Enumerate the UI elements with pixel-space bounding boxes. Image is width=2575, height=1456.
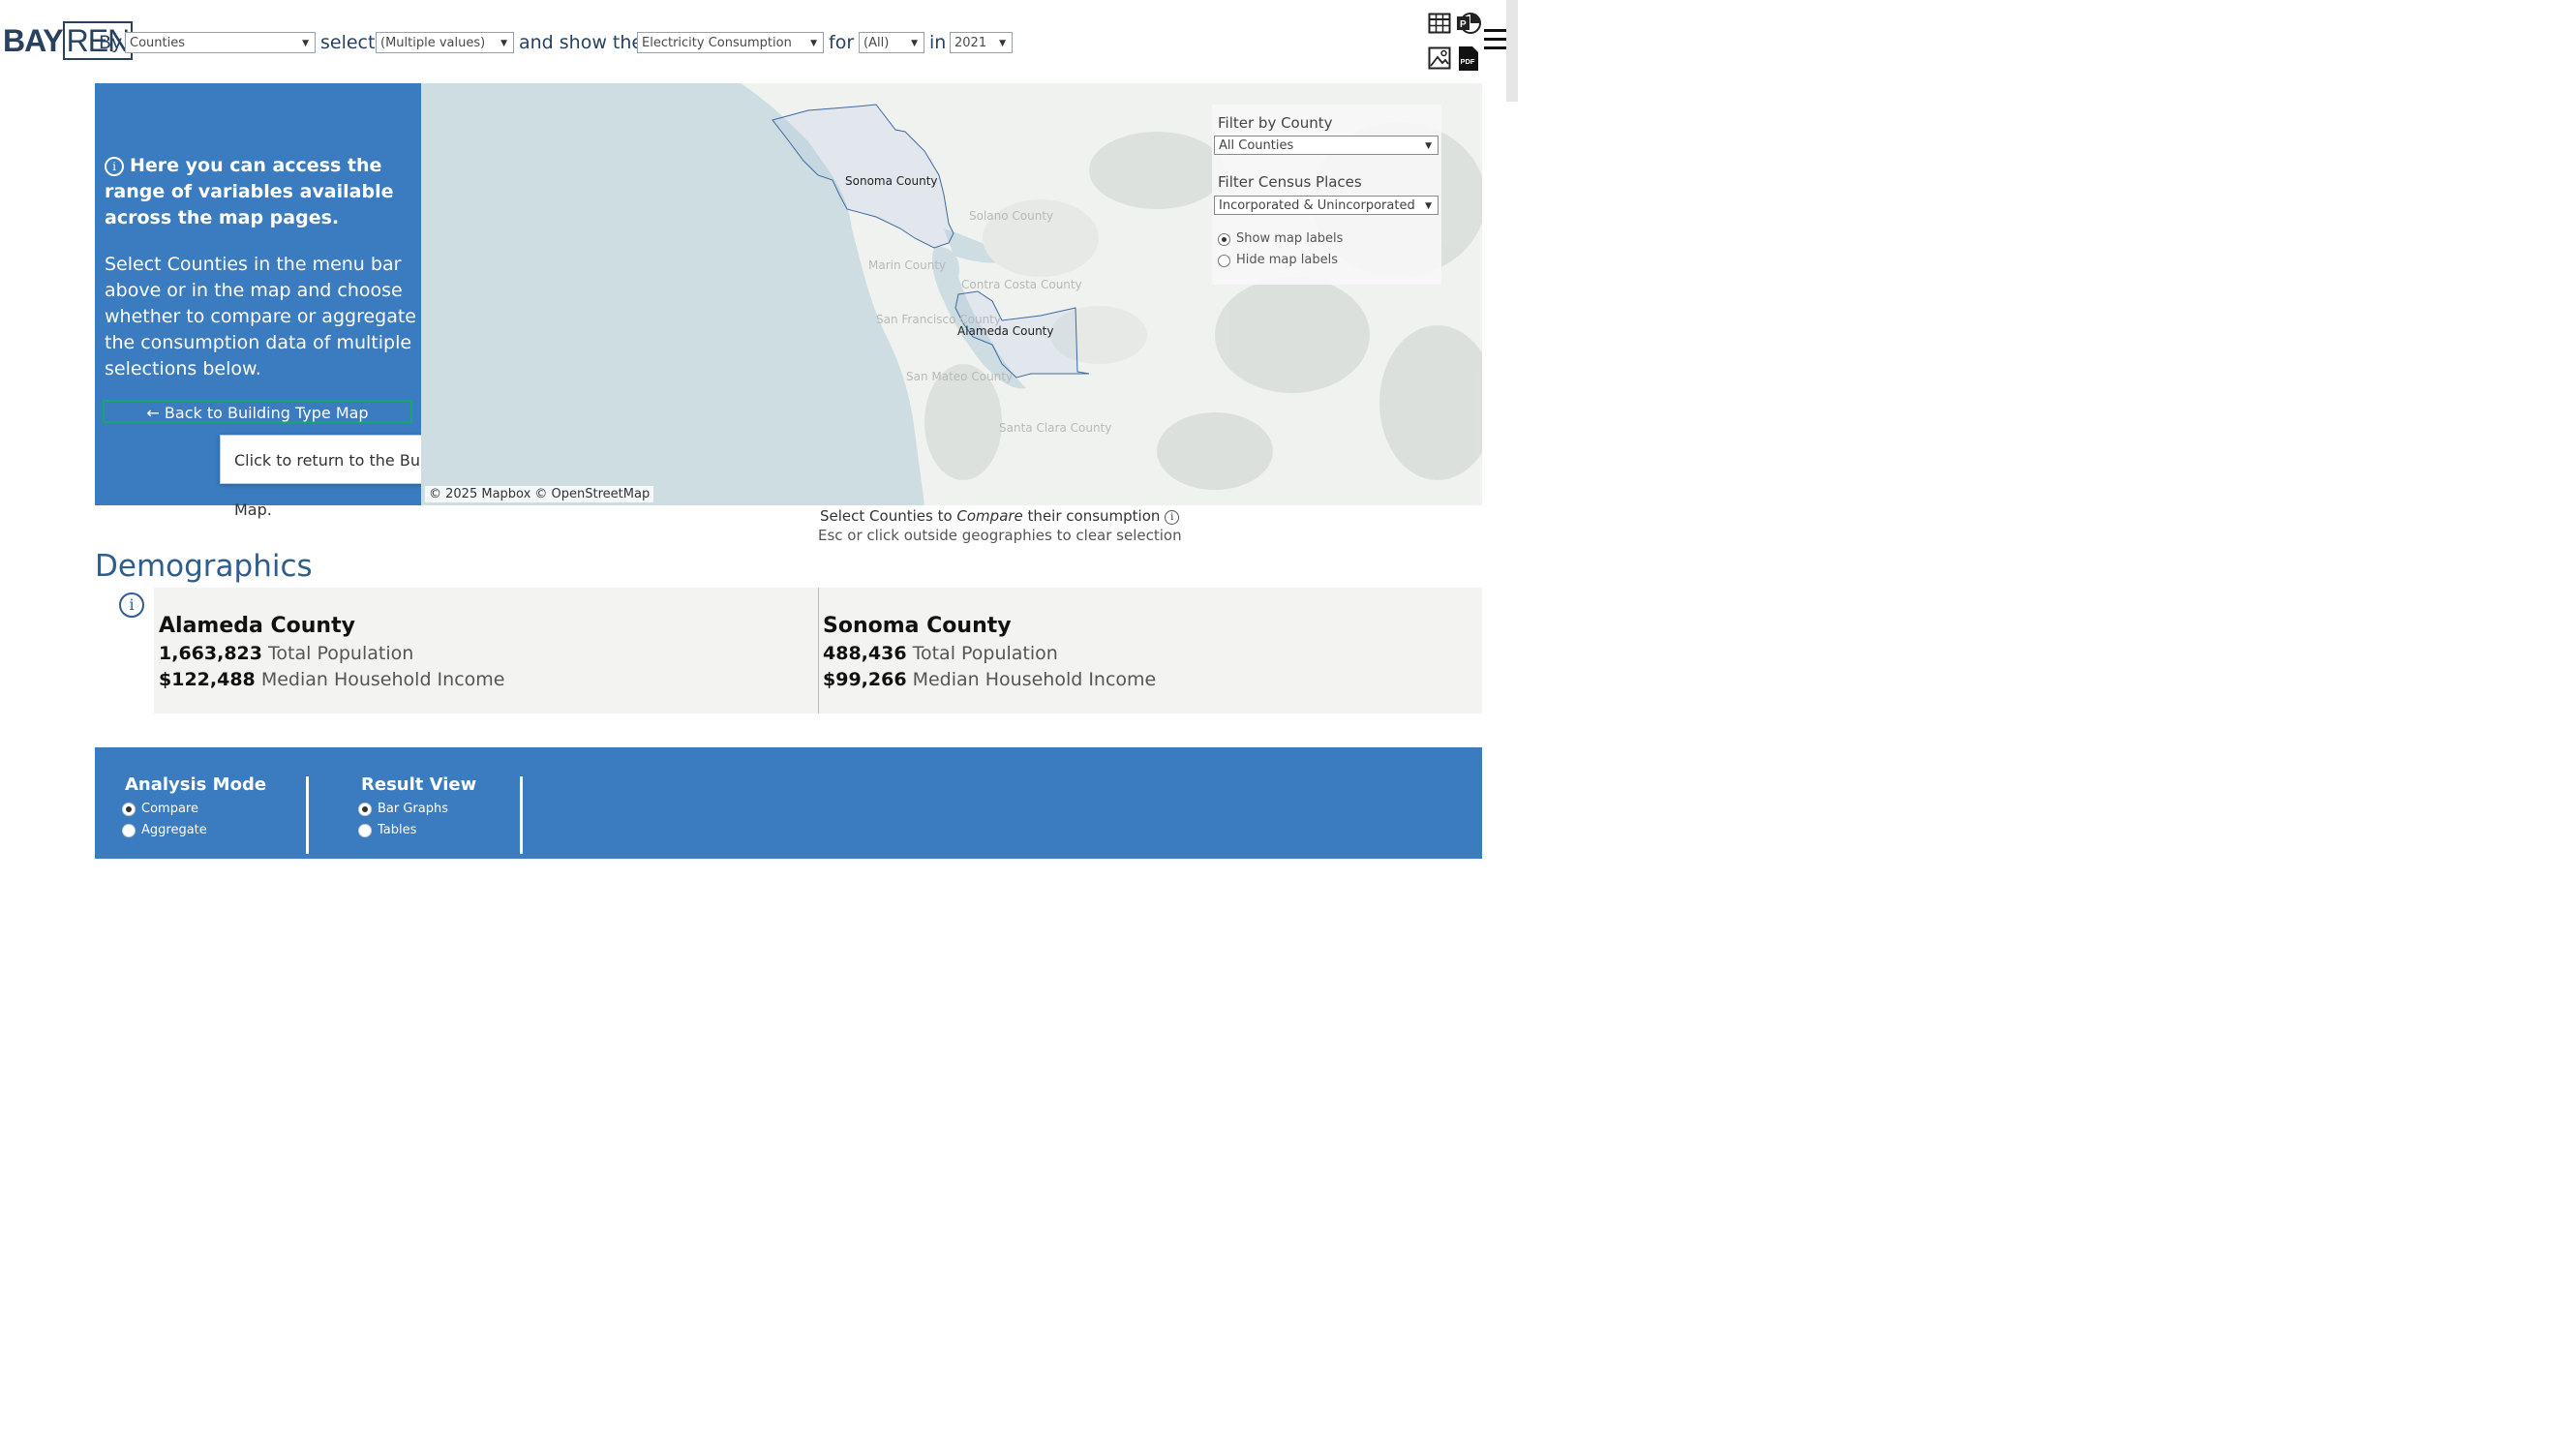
back-to-building-type-map-button[interactable]: ← Back to Building Type Map <box>103 400 412 423</box>
info-icon[interactable]: i <box>1165 510 1180 525</box>
map-filter-panel: Filter by County All Counties ▼ Filter Ce… <box>1212 105 1441 285</box>
select-dropdown-value: (Multiple values) <box>380 36 486 50</box>
filter-places-dropdown[interactable]: Incorporated & Unincorporated ▼ <box>1214 196 1439 215</box>
analysis-controls-bar: Analysis Mode Compare Aggregate Result V… <box>95 747 1482 859</box>
map-attribution[interactable]: © 2025 Mapbox © OpenStreetMap <box>425 486 654 502</box>
compare-radio[interactable] <box>122 803 136 816</box>
chevron-down-icon: ▼ <box>1425 141 1432 151</box>
info-body: Select Counties in the menu bar above or… <box>105 254 416 379</box>
show-label: and show the <box>519 32 644 53</box>
hide-labels-label[interactable]: Hide map labels <box>1236 253 1338 267</box>
caption-text-a: Select Counties to <box>820 507 957 525</box>
income-line: $99,266 Median Household Income <box>823 669 1156 690</box>
map-label-marin[interactable]: Marin County <box>868 258 946 272</box>
population-label: Total Population <box>912 643 1058 664</box>
population-value: 1,663,823 <box>159 643 262 664</box>
info-heading-text: Here you can access the range of variabl… <box>105 155 394 228</box>
metric-dropdown[interactable]: Electricity Consumption ▼ <box>637 32 824 53</box>
by-dropdown[interactable]: Counties ▼ <box>125 32 316 53</box>
chevron-down-icon: ▼ <box>302 39 309 48</box>
for-label: for <box>829 32 855 53</box>
map-label-sonoma[interactable]: Sonoma County <box>845 174 938 188</box>
population-value: 488,436 <box>823 643 907 664</box>
info-icon: i <box>105 157 124 176</box>
controls-divider <box>520 776 523 854</box>
by-dropdown-value: Counties <box>130 36 185 50</box>
select-dropdown[interactable]: (Multiple values) ▼ <box>376 32 514 53</box>
scrollbar[interactable] <box>1506 0 1518 102</box>
county-name: Sonoma County <box>823 614 1012 638</box>
income-value: $99,266 <box>823 669 907 690</box>
controls-divider <box>306 776 309 854</box>
demographics-card: Alameda County 1,663,823 Total Populatio… <box>154 588 818 713</box>
chevron-down-icon: ▼ <box>999 39 1006 48</box>
tables-radio[interactable] <box>358 824 372 837</box>
demographics-title: Demographics <box>95 549 313 584</box>
svg-text:P: P <box>1460 19 1467 30</box>
map-label-solano[interactable]: Solano County <box>969 209 1053 223</box>
filter-county-value: All Counties <box>1219 138 1294 153</box>
select-label: select <box>320 32 376 53</box>
county-map[interactable]: Sonoma County Solano County Marin County… <box>421 83 1482 505</box>
population-line: 488,436 Total Population <box>823 643 1058 664</box>
county-name: Alameda County <box>159 614 355 638</box>
map-label-contra-costa[interactable]: Contra Costa County <box>961 278 1082 291</box>
arrow-left-icon: ← <box>146 404 160 422</box>
year-dropdown-value: 2021 <box>954 36 987 50</box>
in-label: in <box>929 32 947 53</box>
info-icon[interactable]: i <box>119 592 144 618</box>
info-heading: i Here you can access the range of variab… <box>105 153 416 231</box>
metric-dropdown-value: Electricity Consumption <box>642 36 792 50</box>
map-caption: Select Counties to Compare their consump… <box>820 507 1180 525</box>
image-icon[interactable] <box>1428 46 1451 70</box>
logo-text-bay: BAY <box>3 23 64 58</box>
income-line: $122,488 Median Household Income <box>159 669 504 690</box>
show-labels-label[interactable]: Show map labels <box>1236 231 1343 246</box>
show-labels-radio[interactable] <box>1218 233 1230 246</box>
income-label: Median Household Income <box>912 669 1157 690</box>
result-view-title: Result View <box>361 774 477 795</box>
table-icon[interactable] <box>1428 12 1451 35</box>
powerpoint-icon[interactable]: P <box>1456 12 1481 35</box>
logo-text-ren: REN <box>62 21 134 60</box>
compare-label[interactable]: Compare <box>141 802 198 816</box>
chevron-down-icon: ▼ <box>810 39 817 48</box>
income-value: $122,488 <box>159 669 256 690</box>
demographics-card: Sonoma County 488,436 Total Population $… <box>819 588 1482 713</box>
filter-county-dropdown[interactable]: All Counties ▼ <box>1214 136 1439 155</box>
hide-labels-radio[interactable] <box>1218 255 1230 267</box>
filter-places-title: Filter Census Places <box>1218 173 1362 191</box>
for-dropdown[interactable]: (All) ▼ <box>859 32 924 53</box>
map-label-santa-clara[interactable]: Santa Clara County <box>999 421 1111 435</box>
back-button-label: Back to Building Type Map <box>164 404 369 422</box>
population-line: 1,663,823 Total Population <box>159 643 413 664</box>
chevron-down-icon: ▼ <box>1425 201 1432 211</box>
income-label: Median Household Income <box>260 669 505 690</box>
analysis-mode-title: Analysis Mode <box>125 774 267 795</box>
filter-places-value: Incorporated & Unincorporated <box>1219 198 1415 213</box>
pdf-icon[interactable]: PDF <box>1458 46 1481 71</box>
for-dropdown-value: (All) <box>863 36 890 50</box>
aggregate-label[interactable]: Aggregate <box>141 823 207 837</box>
map-label-alameda[interactable]: Alameda County <box>957 324 1054 338</box>
caption-text-b: their consumption <box>1022 507 1161 525</box>
bar-graphs-radio[interactable] <box>358 803 372 816</box>
bar-graphs-label[interactable]: Bar Graphs <box>378 802 448 816</box>
year-dropdown[interactable]: 2021 ▼ <box>950 32 1013 53</box>
svg-text:PDF: PDF <box>1461 57 1475 66</box>
chevron-down-icon: ▼ <box>911 39 918 48</box>
by-label: By <box>99 32 123 53</box>
aggregate-radio[interactable] <box>122 824 136 837</box>
chevron-down-icon: ▼ <box>500 39 507 48</box>
caption-emphasis: Compare <box>956 507 1023 525</box>
map-clear-hint: Esc or click outside geographies to clea… <box>818 527 1182 544</box>
tables-label[interactable]: Tables <box>378 823 416 837</box>
map-label-san-mateo[interactable]: San Mateo County <box>906 370 1013 383</box>
population-label: Total Population <box>268 643 414 664</box>
filter-county-title: Filter by County <box>1218 114 1333 132</box>
